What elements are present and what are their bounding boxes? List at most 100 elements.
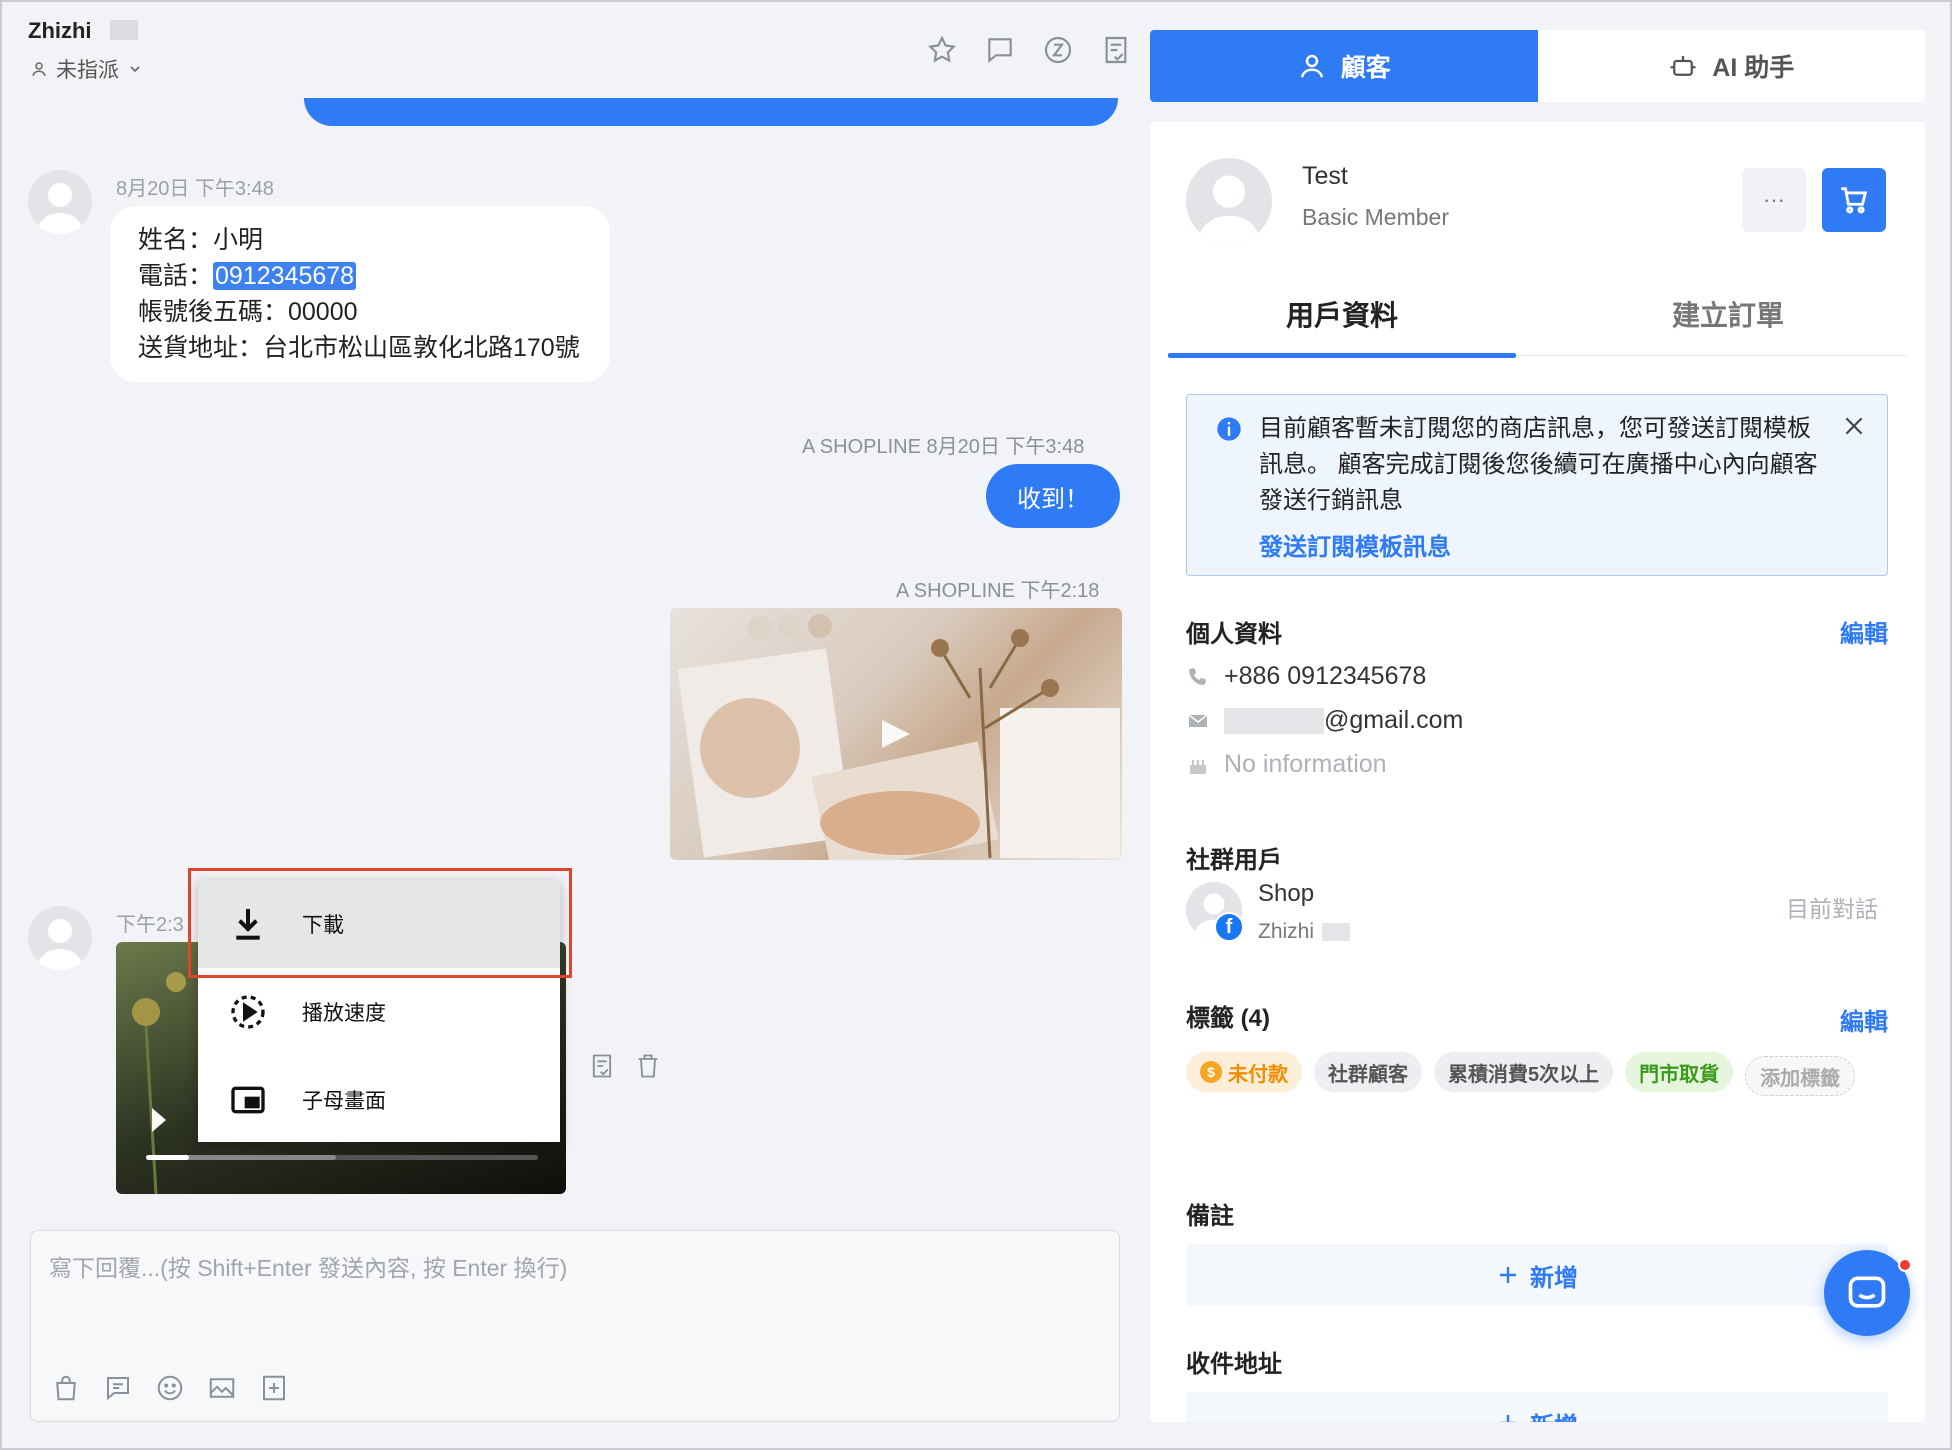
assignee-dropdown[interactable]: 未指派 <box>30 54 143 84</box>
plus-icon <box>1500 1415 1516 1422</box>
notice-text: 目前顧客暫未訂閱您的商店訊息，您可發送訂閱模板訊息。 顧客完成訂閱後您後續可在廣… <box>1259 415 1818 514</box>
tab-ai-assistant[interactable]: AI 助手 <box>1538 30 1926 102</box>
subtab-create-order[interactable]: 建立訂單 <box>1554 272 1902 356</box>
subtab-user-info[interactable]: 用戶資料 <box>1168 272 1516 358</box>
tag-store-pickup[interactable]: 門市取貨 <box>1625 1052 1734 1092</box>
social-users-title: 社群用戶 <box>1186 847 1282 874</box>
tag-social-customer[interactable]: 社群顧客 <box>1314 1052 1422 1092</box>
default-avatar-icon <box>28 906 92 970</box>
video-progress-bar[interactable] <box>146 1155 538 1160</box>
membership-tier: Basic Member <box>1302 204 1449 230</box>
menu-item-playback-speed[interactable]: 播放速度 <box>198 968 560 1056</box>
phone-label: 電話： <box>138 262 214 290</box>
social-subname: Zhizhi <box>1258 920 1351 944</box>
chat-icon <box>1848 1276 1886 1308</box>
message-line: 電話：0912345678 <box>138 258 582 294</box>
outgoing-video[interactable] <box>670 608 1122 860</box>
profile-name: Test <box>1302 162 1348 190</box>
contact-name: Zhizhi <box>28 18 92 43</box>
notes-title: 備註 <box>1186 1203 1234 1230</box>
personal-info-title: 個人資料 <box>1186 621 1282 648</box>
tag-label: 未付款 <box>1228 1063 1288 1086</box>
subscription-notice: 目前顧客暫未訂閱您的商店訊息，您可發送訂閱模板訊息。 顧客完成訂閱後您後續可在廣… <box>1186 394 1888 576</box>
add-address-button[interactable]: 新增 <box>1186 1392 1888 1422</box>
incoming-message: 姓名：小明 電話：0912345678 帳號後五碼：00000 送貨地址：台北市… <box>110 206 610 382</box>
tag-frequent-buyer[interactable]: 累積消費5次以上 <box>1434 1052 1614 1092</box>
outgoing-message: 收到！ <box>986 464 1120 528</box>
quick-reply-icon[interactable] <box>103 1373 133 1403</box>
phone-number: +886 0912345678 <box>1224 662 1427 690</box>
reply-placeholder: 寫下回覆...(按 Shift+Enter 發送內容, 按 Enter 換行) <box>49 1255 568 1281</box>
add-tag-button[interactable]: 添加標籤 <box>1745 1056 1856 1096</box>
snooze-icon[interactable] <box>1042 34 1074 66</box>
default-avatar-icon <box>28 170 92 234</box>
reply-composer[interactable]: 寫下回覆...(按 Shift+Enter 發送內容, 按 Enter 換行) <box>30 1230 1120 1422</box>
customer-avatar <box>28 906 92 970</box>
note-icon[interactable] <box>588 1052 616 1080</box>
star-icon[interactable] <box>926 34 958 66</box>
profile-subtabs: 用戶資料 建立訂單 <box>1168 272 1908 358</box>
composer-toolbar <box>51 1373 289 1403</box>
profile-avatar <box>1186 158 1272 244</box>
message-line: 帳號後五碼：00000 <box>138 298 358 326</box>
playback-speed-icon <box>231 995 265 1029</box>
header-actions <box>926 34 1132 66</box>
customer-avatar <box>28 170 92 234</box>
add-note-label: 新增 <box>1530 1264 1578 1292</box>
redacted-name <box>1322 923 1351 941</box>
comment-icon[interactable] <box>984 34 1016 66</box>
customer-panel: Test Basic Member ··· 用戶資料 建立訂單 目前顧客暫未訂閱… <box>1150 122 1925 1422</box>
message-actions <box>588 1052 662 1080</box>
tab-label: AI 助手 <box>1712 54 1795 82</box>
edit-personal-info-button[interactable]: 編輯 <box>1840 614 1888 649</box>
message-meta: A SHOPLINE 8月20日 下午3:48 <box>802 436 1085 458</box>
emoji-icon[interactable] <box>155 1373 185 1403</box>
message-line: 送貨地址：台北市松山區敦化北路170號 <box>138 334 580 362</box>
email-domain: @gmail.com <box>1324 706 1464 734</box>
edit-tags-button[interactable]: 編輯 <box>1840 1002 1888 1037</box>
email-row: @gmail.com <box>1186 706 1463 735</box>
user-icon <box>32 62 46 76</box>
robot-icon <box>1670 56 1696 76</box>
highlight-annotation <box>188 868 572 978</box>
image-icon[interactable] <box>207 1373 237 1403</box>
resolve-icon[interactable] <box>1100 34 1132 66</box>
info-icon <box>1217 417 1241 441</box>
trash-icon[interactable] <box>634 1052 662 1080</box>
tab-customer[interactable]: 顧客 <box>1150 30 1538 102</box>
play-icon <box>152 1108 166 1132</box>
birthday-value: No information <box>1224 750 1387 778</box>
social-name: Shop <box>1258 880 1315 907</box>
add-note-icon[interactable] <box>259 1373 289 1403</box>
active-tab-indicator <box>1168 353 1516 358</box>
default-avatar-icon <box>1186 158 1272 244</box>
menu-item-label: 子母畫面 <box>302 1090 386 1113</box>
cake-icon <box>1190 759 1206 774</box>
menu-item-picture-in-picture[interactable]: 子母畫面 <box>198 1056 560 1144</box>
chevron-down-icon <box>130 66 140 73</box>
current-conversation-label: 目前對話 <box>1786 896 1878 922</box>
birthday-row: No information <box>1186 750 1387 779</box>
cart-button[interactable] <box>1822 168 1886 232</box>
phone-icon <box>1189 667 1206 685</box>
shopping-bag-icon[interactable] <box>51 1373 81 1403</box>
redacted-name <box>110 20 138 40</box>
redacted-email-user <box>1224 708 1324 735</box>
subtab-label: 建立訂單 <box>1671 300 1784 331</box>
add-note-button[interactable]: 新增 <box>1186 1244 1888 1306</box>
phone-row: +886 0912345678 <box>1186 662 1426 691</box>
menu-item-label: 播放速度 <box>302 1002 386 1025</box>
message-meta: A SHOPLINE 下午2:18 <box>896 580 1100 602</box>
video-progress-fill <box>146 1155 190 1160</box>
subtab-label: 用戶資料 <box>1285 300 1398 331</box>
tag-unpaid[interactable]: $ 未付款 <box>1186 1052 1302 1092</box>
coin-icon: $ <box>1200 1061 1222 1083</box>
more-options-button[interactable]: ··· <box>1742 168 1806 232</box>
address-title: 收件地址 <box>1186 1351 1282 1378</box>
message-timestamp: 下午2:3 <box>116 914 184 936</box>
selected-phone-text[interactable]: 0912345678 <box>213 262 357 290</box>
facebook-icon: f <box>1214 912 1244 942</box>
add-address-label: 新增 <box>1530 1406 1578 1423</box>
send-template-link[interactable]: 發送訂閱模板訊息 <box>1259 527 1451 562</box>
close-icon[interactable] <box>1841 413 1867 439</box>
